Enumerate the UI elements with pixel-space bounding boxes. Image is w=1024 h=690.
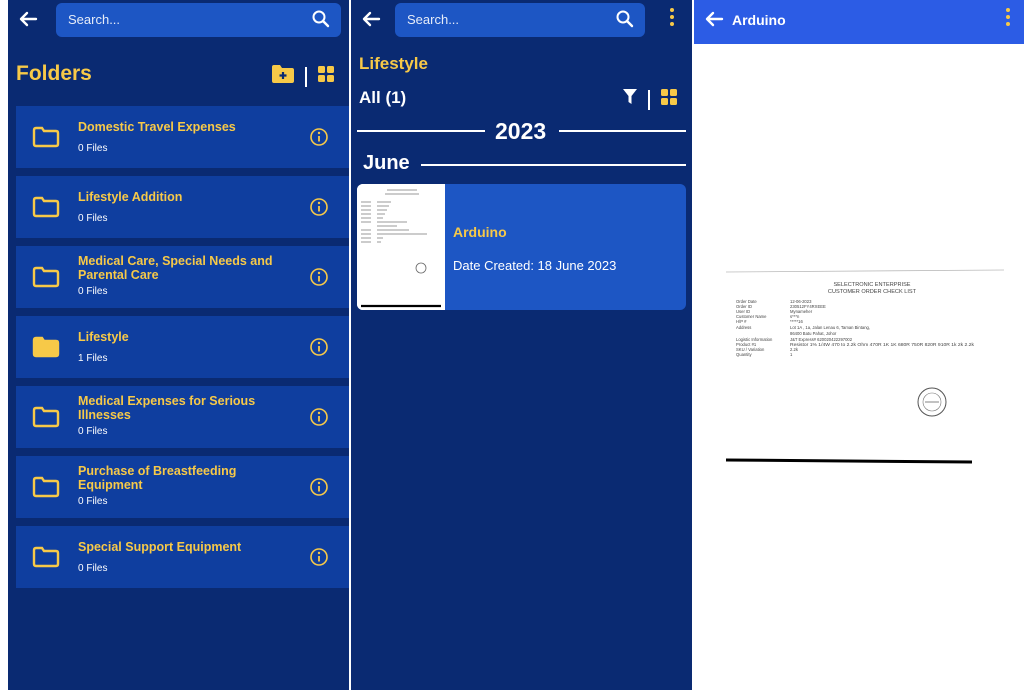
document-card[interactable]: Arduino Date Created: 18 June 2023 bbox=[357, 184, 686, 310]
separator-line bbox=[357, 130, 485, 132]
receipt-image: SELECTRONIC ENTERPRISE CUSTOMER ORDER CH… bbox=[725, 269, 1005, 464]
grid-view-icon[interactable] bbox=[660, 88, 678, 111]
receipt-field-value: 86400 Batu Pahat, Johor bbox=[790, 331, 837, 336]
top-bar: Arduino bbox=[694, 0, 1024, 44]
separator-line bbox=[559, 130, 686, 132]
folder-outline-icon bbox=[32, 126, 60, 148]
folder-detail-screen: Search... Lifestyle All (1) 2023 June Ar… bbox=[351, 0, 692, 690]
folder-name: Lifestyle Addition bbox=[78, 190, 183, 204]
folder-file-count: 0 Files bbox=[78, 563, 108, 574]
receipt-company: SELECTRONIC ENTERPRISE bbox=[833, 282, 910, 288]
search-placeholder: Search... bbox=[68, 12, 121, 27]
folder-filled-icon bbox=[32, 336, 60, 358]
separator-line bbox=[421, 164, 686, 166]
info-icon[interactable] bbox=[309, 477, 329, 497]
document-title: Arduino bbox=[453, 224, 507, 240]
folder-file-count: 0 Files bbox=[78, 286, 108, 297]
folder-item[interactable]: Special Support Equipment 0 Files bbox=[16, 526, 349, 588]
page-title: Folders bbox=[16, 62, 92, 85]
folder-item[interactable]: Medical Care, Special Needs and Parental… bbox=[16, 246, 349, 308]
back-arrow-icon[interactable] bbox=[359, 6, 385, 32]
top-bar: Search... bbox=[351, 0, 692, 44]
receipt-field-value: 1 bbox=[790, 352, 793, 357]
filter-label[interactable]: All (1) bbox=[359, 88, 406, 108]
folder-item[interactable]: Medical Expenses for Serious Illnesses 0… bbox=[16, 386, 349, 448]
receipt-field-label: H/P # bbox=[736, 319, 747, 324]
folder-file-count: 1 Files bbox=[78, 353, 108, 364]
receipt-field-label: Quantity bbox=[736, 352, 753, 357]
receipt-field-label: Address bbox=[736, 325, 751, 330]
info-icon[interactable] bbox=[309, 267, 329, 287]
month-label: June bbox=[363, 152, 410, 174]
receipt-heading: CUSTOMER ORDER CHECK LIST bbox=[828, 289, 917, 295]
month-separator: June bbox=[357, 152, 686, 176]
more-options-icon[interactable] bbox=[1002, 8, 1014, 30]
receipt-field-value: Lot 1A , 1a, Jalan Lenau 6, Taman Bintan… bbox=[790, 325, 870, 330]
info-icon[interactable] bbox=[309, 197, 329, 217]
back-arrow-icon[interactable] bbox=[16, 6, 42, 32]
document-preview[interactable]: SELECTRONIC ENTERPRISE CUSTOMER ORDER CH… bbox=[722, 266, 1006, 472]
folder-file-count: 0 Files bbox=[78, 426, 108, 437]
folder-outline-icon bbox=[32, 266, 60, 288]
divider bbox=[305, 66, 307, 87]
folder-file-count: 0 Files bbox=[78, 143, 108, 154]
top-bar: Search... bbox=[8, 0, 349, 44]
viewer-title: Arduino bbox=[732, 12, 786, 28]
folder-outline-icon bbox=[32, 406, 60, 428]
search-icon[interactable] bbox=[311, 9, 331, 29]
grid-view-icon[interactable] bbox=[317, 65, 335, 88]
divider bbox=[648, 89, 650, 110]
search-input[interactable]: Search... bbox=[395, 3, 645, 37]
search-input[interactable]: Search... bbox=[56, 3, 341, 37]
company-stamp-icon bbox=[917, 387, 947, 417]
year-separator: 2023 bbox=[357, 118, 686, 144]
back-arrow-icon[interactable] bbox=[702, 6, 728, 32]
search-placeholder: Search... bbox=[407, 12, 460, 27]
info-icon[interactable] bbox=[309, 407, 329, 427]
folder-name: Lifestyle bbox=[78, 330, 129, 344]
add-folder-icon[interactable] bbox=[271, 64, 295, 89]
folder-item[interactable]: Lifestyle 1 Files bbox=[16, 316, 349, 378]
folder-name: Domestic Travel Expenses bbox=[78, 120, 236, 134]
more-options-icon[interactable] bbox=[666, 8, 678, 30]
folder-name: Purchase of Breastfeeding Equipment bbox=[78, 464, 237, 492]
year-label: 2023 bbox=[495, 118, 547, 144]
folder-file-count: 0 Files bbox=[78, 496, 108, 507]
info-icon[interactable] bbox=[309, 547, 329, 567]
document-viewer-screen: Arduino SELECTRONIC ENTERPRISE CUSTOMER … bbox=[694, 0, 1024, 690]
filter-icon[interactable] bbox=[622, 88, 638, 111]
search-icon[interactable] bbox=[615, 9, 635, 29]
folder-item[interactable]: Purchase of Breastfeeding Equipment 0 Fi… bbox=[16, 456, 349, 518]
receipt-field-value: *****16 bbox=[790, 319, 803, 324]
folder-title: Lifestyle bbox=[359, 54, 428, 73]
folder-file-count: 0 Files bbox=[78, 213, 108, 224]
document-date: Date Created: 18 June 2023 bbox=[453, 258, 617, 273]
folder-outline-icon bbox=[32, 196, 60, 218]
list-actions bbox=[622, 88, 678, 111]
folders-screen: Search... Folders Domestic Travel Expens… bbox=[8, 0, 349, 690]
info-icon[interactable] bbox=[309, 337, 329, 357]
folder-item[interactable]: Domestic Travel Expenses 0 Files bbox=[16, 106, 349, 168]
folder-name: Medical Care, Special Needs and Parental… bbox=[78, 254, 273, 282]
folder-actions bbox=[271, 64, 335, 89]
folder-outline-icon bbox=[32, 476, 60, 498]
info-icon[interactable] bbox=[309, 127, 329, 147]
receipt-field-value: Resistor 1% 1/4W 470 to 2.2k Ohm 470R 1K… bbox=[790, 342, 975, 347]
folder-item[interactable]: Lifestyle Addition 0 Files bbox=[16, 176, 349, 238]
folder-list: Domestic Travel Expenses 0 Files Lifesty… bbox=[16, 106, 349, 596]
folder-outline-icon bbox=[32, 546, 60, 568]
folder-name: Special Support Equipment bbox=[78, 540, 242, 554]
folder-name: Medical Expenses for Serious Illnesses bbox=[78, 394, 256, 422]
document-thumbnail bbox=[357, 184, 445, 310]
